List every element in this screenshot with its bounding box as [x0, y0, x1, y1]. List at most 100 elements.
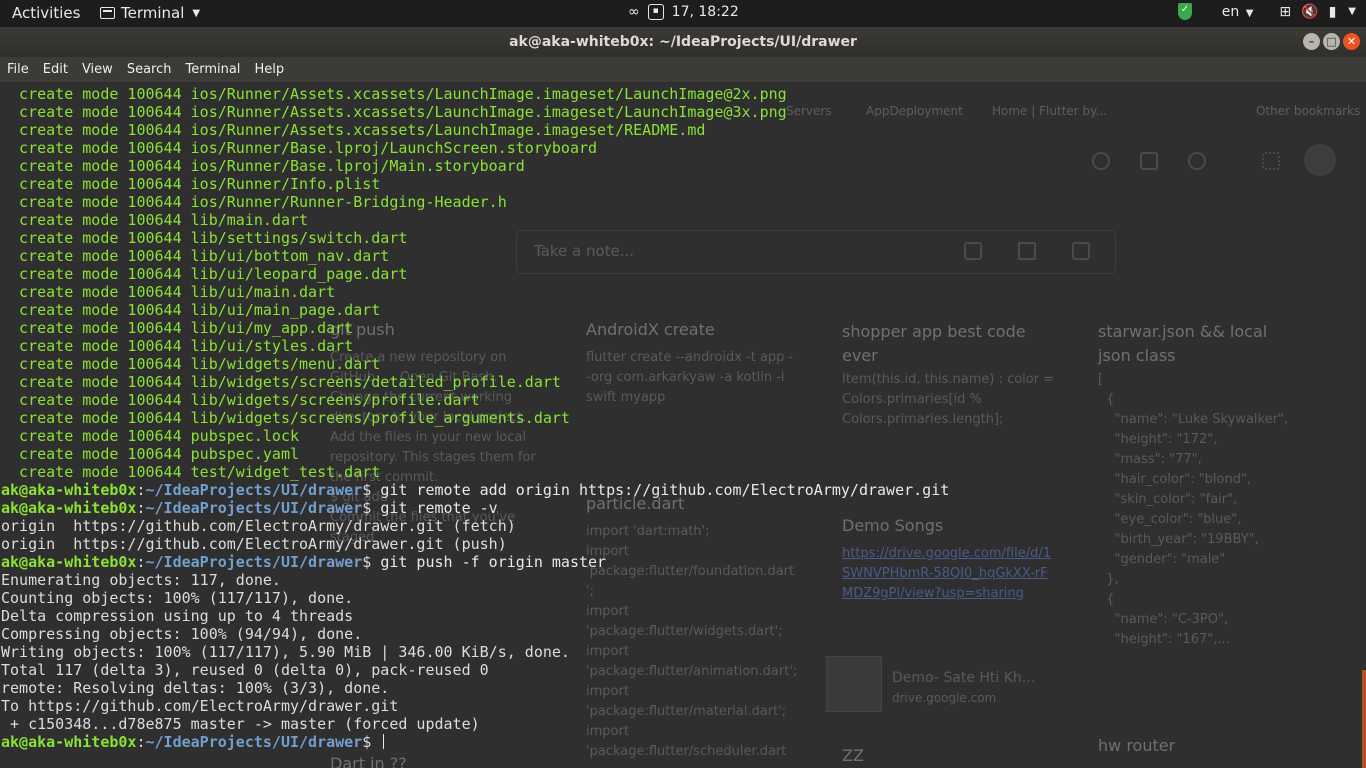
maximize-button[interactable]: □	[1323, 33, 1340, 50]
menu-view[interactable]: View	[82, 62, 113, 77]
output-line: create mode 100644 test/widget_test.dart	[1, 463, 949, 481]
git-create-line-text: create mode 100644 lib/settings/switch.d…	[1, 229, 408, 247]
window-titlebar[interactable]: ak@aka-whiteb0x: ~/IdeaProjects/UI/drawe…	[0, 27, 1366, 57]
calendar-icon: ▪	[647, 4, 664, 20]
output-line: To https://github.com/ElectroArmy/drawer…	[1, 697, 949, 715]
network-icon[interactable]: ⊞	[1279, 4, 1291, 20]
menu-edit[interactable]: Edit	[43, 62, 68, 77]
chevron-down-icon: ▼	[1245, 7, 1254, 19]
infinity-icon: ∞	[628, 4, 640, 20]
output-line: create mode 100644 lib/ui/styles.dart	[1, 337, 949, 355]
apps-grid-icon	[1262, 152, 1280, 170]
output-text: Delta compression using up to 4 threads	[1, 607, 354, 625]
git-create-line-text: create mode 100644 ios/Runner/Base.lproj…	[1, 139, 598, 157]
volume-icon[interactable]: 🔇	[1301, 4, 1318, 20]
git-create-line-text: create mode 100644 lib/ui/main_page.dart	[1, 301, 381, 319]
bookmark-item: Home | Flutter by...	[992, 104, 1107, 118]
output-line: create mode 100644 ios/Runner/Base.lproj…	[1, 139, 949, 157]
prompt-separator: :	[136, 499, 146, 517]
prompt-path: ~/IdeaProjects/UI/drawer	[145, 481, 363, 499]
output-line: create mode 100644 lib/widgets/menu.dart	[1, 355, 949, 373]
menu-help[interactable]: Help	[254, 62, 284, 77]
command-text: git push -f origin master	[380, 553, 607, 571]
output-text: Writing objects: 100% (117/117), 5.90 Mi…	[1, 643, 570, 661]
prompt-path: ~/IdeaProjects/UI/drawer	[145, 499, 363, 517]
output-line: origin https://github.com/ElectroArmy/dr…	[1, 517, 949, 535]
prompt-user: ak@aka-whiteb0x	[1, 481, 137, 499]
checkbox-icon	[964, 242, 982, 260]
output-line: create mode 100644 lib/settings/switch.d…	[1, 229, 949, 247]
output-line: Enumerating objects: 117, done.	[1, 571, 949, 589]
settings-icon	[1188, 152, 1206, 170]
output-line: create mode 100644 lib/ui/main_page.dart	[1, 301, 949, 319]
text-cursor	[383, 734, 385, 749]
git-create-line-text: create mode 100644 lib/ui/styles.dart	[1, 337, 354, 355]
git-create-line-text: create mode 100644 lib/main.dart	[1, 211, 309, 229]
window-controls: – □ ✕	[1303, 33, 1360, 50]
output-line: create mode 100644 lib/ui/bottom_nav.dar…	[1, 247, 949, 265]
output-text: To https://github.com/ElectroArmy/drawer…	[1, 697, 399, 715]
activities-button[interactable]: Activities	[12, 4, 80, 22]
language-indicator[interactable]: en ▼	[1222, 4, 1254, 20]
scrollbar-accent	[1362, 670, 1366, 768]
prompt-user: ak@aka-whiteb0x	[1, 733, 137, 751]
prompt-path: ~/IdeaProjects/UI/drawer	[145, 733, 363, 751]
output-text: Total 117 (delta 3), reused 0 (delta 0),…	[1, 661, 489, 679]
output-line: create mode 100644 ios/Runner/Assets.xca…	[1, 103, 949, 121]
minimize-button[interactable]: –	[1303, 33, 1320, 50]
git-create-line-text: create mode 100644 lib/ui/main.dart	[1, 283, 336, 301]
git-create-line-text: create mode 100644 lib/widgets/screens/d…	[1, 373, 561, 391]
output-line: create mode 100644 lib/widgets/screens/p…	[1, 391, 949, 409]
output-text: origin https://github.com/ElectroArmy/dr…	[1, 535, 507, 553]
prompt-separator: :	[136, 733, 146, 751]
git-create-line-text: create mode 100644 ios/Runner/Base.lproj…	[1, 157, 525, 175]
git-create-line-text: create mode 100644 lib/widgets/menu.dart	[1, 355, 381, 373]
output-line: create mode 100644 ios/Runner/Runner-Bri…	[1, 193, 949, 211]
git-create-line-text: create mode 100644 lib/ui/leopard_page.d…	[1, 265, 408, 283]
git-create-line-text: create mode 100644 lib/widgets/screens/p…	[1, 391, 480, 409]
prompt-line: ak@aka-whiteb0x:~/IdeaProjects/UI/drawer…	[1, 733, 949, 751]
output-line: create mode 100644 lib/ui/main.dart	[1, 283, 949, 301]
terminal-output[interactable]: create mode 100644 ios/Runner/Assets.xca…	[1, 85, 949, 751]
note-card-title: Dart in ??	[330, 754, 407, 768]
bookmark-item: Other bookmarks	[1256, 104, 1361, 118]
system-menu-chevron-icon[interactable]: ▼	[1348, 6, 1356, 17]
menu-file[interactable]: File	[7, 62, 29, 77]
prompt-line: ak@aka-whiteb0x:~/IdeaProjects/UI/drawer…	[1, 481, 949, 499]
chevron-down-icon: ▼	[192, 7, 201, 19]
menu-search[interactable]: Search	[127, 62, 172, 77]
git-create-line-text: create mode 100644 ios/Runner/Runner-Bri…	[1, 193, 507, 211]
close-button[interactable]: ✕	[1343, 33, 1360, 50]
battery-icon[interactable]: ▮	[1329, 4, 1337, 20]
git-create-line-text: create mode 100644 ios/Runner/Assets.xca…	[1, 121, 706, 139]
git-create-line-text: create mode 100644 pubspec.yaml	[1, 445, 300, 463]
output-text: origin https://github.com/ElectroArmy/dr…	[1, 517, 516, 535]
image-icon	[1072, 242, 1090, 260]
window-title: ak@aka-whiteb0x: ~/IdeaProjects/UI/drawe…	[509, 34, 857, 50]
output-line: create mode 100644 lib/main.dart	[1, 211, 949, 229]
output-line: origin https://github.com/ElectroArmy/dr…	[1, 535, 949, 553]
app-menu-button[interactable]: Terminal ▼	[100, 4, 200, 22]
terminal-area[interactable]: Servers AppDeployment Home | Flutter by.…	[0, 82, 1366, 768]
output-line: + c150348...d78e875 master -> master (fo…	[1, 715, 949, 733]
git-create-line-text: create mode 100644 lib/ui/my_app.dart	[1, 319, 354, 337]
prompt-symbol: $	[362, 733, 381, 751]
clock-datetime: 17, 18:22	[671, 4, 739, 20]
clock-button[interactable]: ∞ ▪ 17, 18:22	[628, 4, 739, 20]
shield-icon[interactable]	[1177, 3, 1192, 20]
output-line: create mode 100644 ios/Runner/Info.plist	[1, 175, 949, 193]
pen-icon	[1018, 242, 1036, 260]
prompt-symbol: $	[362, 553, 381, 571]
prompt-symbol: $	[362, 481, 381, 499]
git-create-line-text: create mode 100644 lib/ui/bottom_nav.dar…	[1, 247, 390, 265]
note-card-title: starwar.json && local json class	[1098, 322, 1268, 365]
output-line: create mode 100644 ios/Runner/Base.lproj…	[1, 157, 949, 175]
note-card-title: hw router	[1098, 736, 1176, 755]
output-text: Enumerating objects: 117, done.	[1, 571, 281, 589]
output-line: create mode 100644 pubspec.lock	[1, 427, 949, 445]
prompt-user: ak@aka-whiteb0x	[1, 499, 137, 517]
git-create-line-text: create mode 100644 ios/Runner/Assets.xca…	[1, 103, 787, 121]
menu-terminal[interactable]: Terminal	[185, 62, 240, 77]
prompt-line: ak@aka-whiteb0x:~/IdeaProjects/UI/drawer…	[1, 499, 949, 517]
output-line: Delta compression using up to 4 threads	[1, 607, 949, 625]
